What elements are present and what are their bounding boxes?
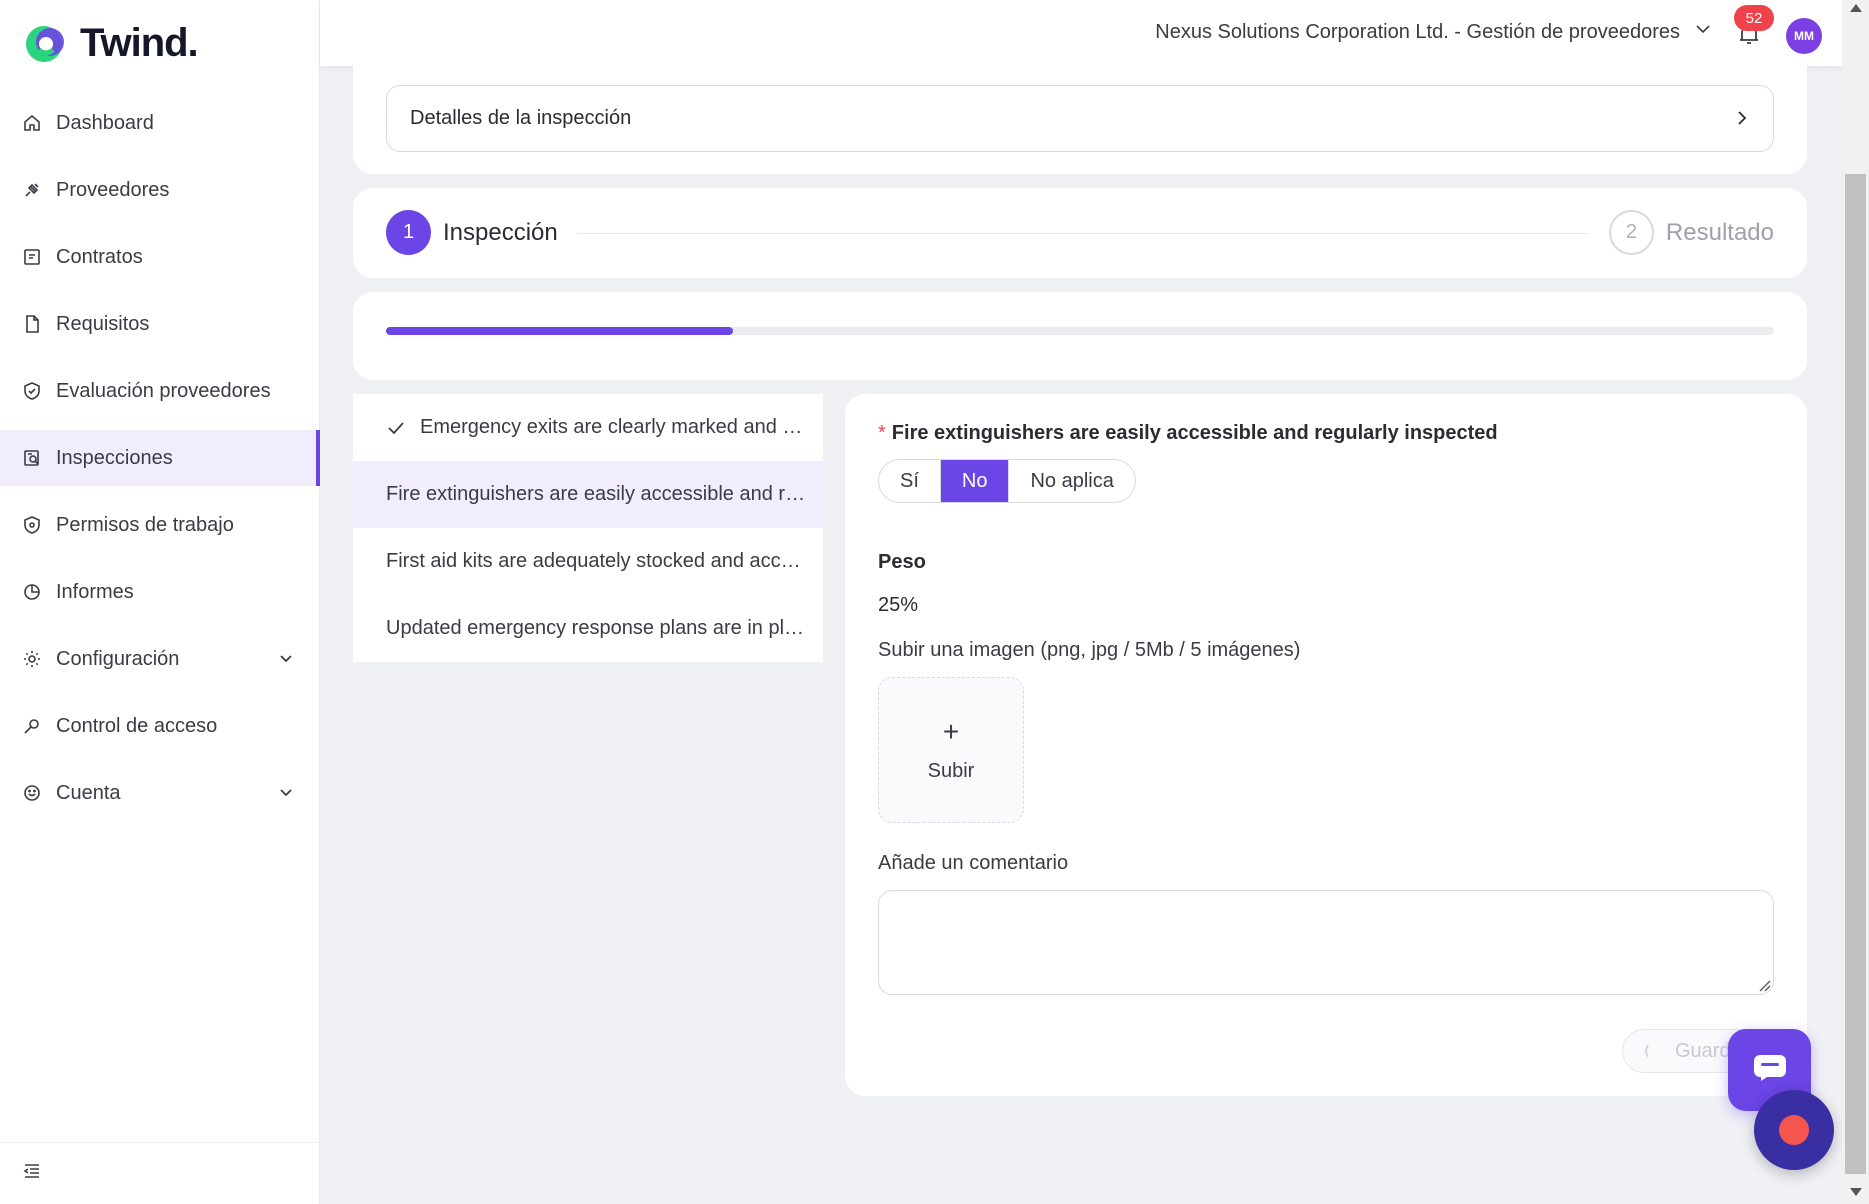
weight-label: Peso bbox=[878, 551, 926, 573]
home-icon bbox=[22, 113, 42, 133]
answer-option-no[interactable]: No bbox=[940, 460, 1010, 502]
scroll-thumb[interactable] bbox=[1845, 174, 1866, 1174]
question-text: Emergency exits are clearly marked and u… bbox=[420, 416, 810, 438]
shield-icon bbox=[22, 515, 42, 535]
avatar[interactable]: MM bbox=[1786, 18, 1822, 54]
step-label: Inspección bbox=[443, 218, 558, 246]
notification-badge: 52 bbox=[1734, 5, 1774, 31]
sidebar-item-proveedores[interactable]: Proveedores bbox=[0, 162, 320, 218]
plug-icon bbox=[22, 180, 42, 200]
question-text: Fire extinguishers are easily accessible… bbox=[386, 483, 806, 505]
inspection-details-card: Detalles de la inspección bbox=[353, 58, 1807, 174]
question-detail-card: * Fire extinguishers are easily accessibl… bbox=[845, 394, 1807, 1096]
question-text: Updated emergency response plans are in … bbox=[386, 617, 806, 639]
page-scrollbar[interactable] bbox=[1842, 0, 1869, 1204]
organization-name: Nexus Solutions Corporation Ltd. - Gesti… bbox=[1155, 20, 1680, 43]
sidebar-item-label: Inspecciones bbox=[56, 446, 173, 469]
inspection-details-toggle[interactable]: Detalles de la inspección bbox=[386, 85, 1774, 152]
sidebar-item-label: Configuración bbox=[56, 647, 180, 670]
chevron-down-icon[interactable] bbox=[278, 784, 294, 805]
contract-icon bbox=[22, 247, 42, 267]
loading-spinner-icon bbox=[1645, 1042, 1663, 1060]
topbar: Nexus Solutions Corporation Ltd. - Gesti… bbox=[320, 0, 1842, 66]
chat-icon bbox=[1753, 1054, 1787, 1087]
inspection-details-label: Detalles de la inspección bbox=[410, 107, 632, 129]
list-item[interactable]: First aid kits are adequately stocked an… bbox=[353, 528, 823, 595]
sidebar-item-cuenta[interactable]: Cuenta bbox=[0, 765, 320, 821]
shield-check-icon bbox=[22, 381, 42, 401]
comment-field[interactable] bbox=[878, 890, 1774, 995]
sidebar-item-configuracion[interactable]: Configuración bbox=[0, 631, 320, 687]
gear-icon bbox=[22, 649, 42, 669]
sidebar-item-inspecciones[interactable]: Inspecciones bbox=[0, 430, 320, 486]
pie-chart-icon bbox=[22, 582, 42, 602]
sidebar-footer bbox=[0, 1142, 320, 1204]
step-connector bbox=[578, 233, 1587, 234]
sidebar-item-label: Permisos de trabajo bbox=[56, 513, 234, 536]
sidebar-item-control-de-acceso[interactable]: Control de acceso bbox=[0, 698, 320, 754]
sidebar-item-requisitos[interactable]: Requisitos bbox=[0, 296, 320, 352]
key-icon bbox=[22, 716, 42, 736]
check-icon bbox=[386, 418, 406, 438]
file-icon bbox=[22, 314, 42, 334]
chevron-down-icon bbox=[1694, 20, 1712, 44]
menu-collapse-icon[interactable] bbox=[22, 1161, 42, 1186]
step-label: Resultado bbox=[1665, 218, 1774, 246]
twind-logo-icon bbox=[22, 20, 72, 66]
record-button[interactable] bbox=[1754, 1090, 1834, 1170]
weight-value: 25% bbox=[878, 594, 919, 616]
question-title-text: Fire extinguishers are easily accessible… bbox=[891, 422, 1498, 444]
list-item[interactable]: Updated emergency response plans are in … bbox=[353, 595, 823, 662]
record-icon bbox=[1779, 1115, 1809, 1145]
scroll-up-icon[interactable] bbox=[1850, 4, 1862, 12]
sidebar-item-label: Cuenta bbox=[56, 781, 121, 804]
sidebar-item-label: Contratos bbox=[56, 245, 143, 268]
sidebar-item-label: Dashboard bbox=[56, 111, 154, 134]
inspection-icon bbox=[22, 448, 42, 468]
sidebar-item-dashboard[interactable]: Dashboard bbox=[0, 95, 320, 151]
resize-handle-icon[interactable] bbox=[1757, 978, 1771, 997]
question-text: First aid kits are adequately stocked an… bbox=[386, 550, 806, 572]
logo-text: Twind. bbox=[80, 20, 199, 65]
sidebar-item-label: Informes bbox=[56, 580, 134, 603]
step-number: 2 bbox=[1608, 210, 1654, 255]
list-item[interactable]: Fire extinguishers are easily accessible… bbox=[353, 461, 823, 528]
answer-option-no-aplica[interactable]: No aplica bbox=[1009, 460, 1134, 502]
upload-button[interactable]: + Subir bbox=[878, 677, 1024, 823]
smile-icon bbox=[22, 783, 42, 803]
step-number: 1 bbox=[386, 210, 431, 255]
answer-option-si[interactable]: Sí bbox=[879, 460, 941, 502]
steps-card: 1 Inspección 2 Resultado bbox=[353, 188, 1807, 278]
sidebar-item-label: Evaluación proveedores bbox=[56, 379, 271, 402]
organization-select[interactable]: Nexus Solutions Corporation Ltd. - Gesti… bbox=[1155, 20, 1712, 44]
sidebar-item-label: Requisitos bbox=[56, 312, 150, 335]
chevron-right-icon bbox=[1733, 109, 1751, 133]
sidebar-nav: Dashboard Proveedores Contratos Requisit… bbox=[0, 95, 320, 832]
scroll-down-icon[interactable] bbox=[1850, 1188, 1862, 1196]
sidebar-item-informes[interactable]: Informes bbox=[0, 564, 320, 620]
chevron-down-icon[interactable] bbox=[278, 650, 294, 671]
question-list: Emergency exits are clearly marked and u… bbox=[353, 394, 823, 662]
progress-bar bbox=[386, 327, 1774, 335]
sidebar-item-contratos[interactable]: Contratos bbox=[0, 229, 320, 285]
list-item[interactable]: Emergency exits are clearly marked and u… bbox=[353, 394, 823, 461]
progress-fill bbox=[386, 327, 733, 335]
plus-icon: + bbox=[942, 715, 960, 747]
upload-button-label: Subir bbox=[927, 759, 975, 782]
sidebar-item-permisos-de-trabajo[interactable]: Permisos de trabajo bbox=[0, 497, 320, 553]
step-resultado[interactable]: 2 Resultado bbox=[1608, 210, 1774, 255]
sidebar-item-evaluacion-proveedores[interactable]: Evaluación proveedores bbox=[0, 363, 320, 419]
question-title: * Fire extinguishers are easily accessibl… bbox=[878, 422, 1498, 445]
sidebar: Twind. Dashboard Proveedores Contratos R… bbox=[0, 0, 320, 1204]
upload-label: Subir una imagen (png, jpg / 5Mb / 5 imá… bbox=[878, 639, 1301, 661]
comment-label: Añade un comentario bbox=[878, 852, 1069, 874]
progress-card bbox=[353, 292, 1807, 380]
required-mark: * bbox=[878, 422, 886, 444]
sidebar-item-label: Control de acceso bbox=[56, 714, 218, 737]
answer-segmented-control: Sí No No aplica bbox=[878, 459, 1136, 503]
logo[interactable]: Twind. bbox=[22, 20, 199, 66]
sidebar-item-label: Proveedores bbox=[56, 178, 170, 201]
step-inspeccion[interactable]: 1 Inspección bbox=[386, 210, 558, 255]
